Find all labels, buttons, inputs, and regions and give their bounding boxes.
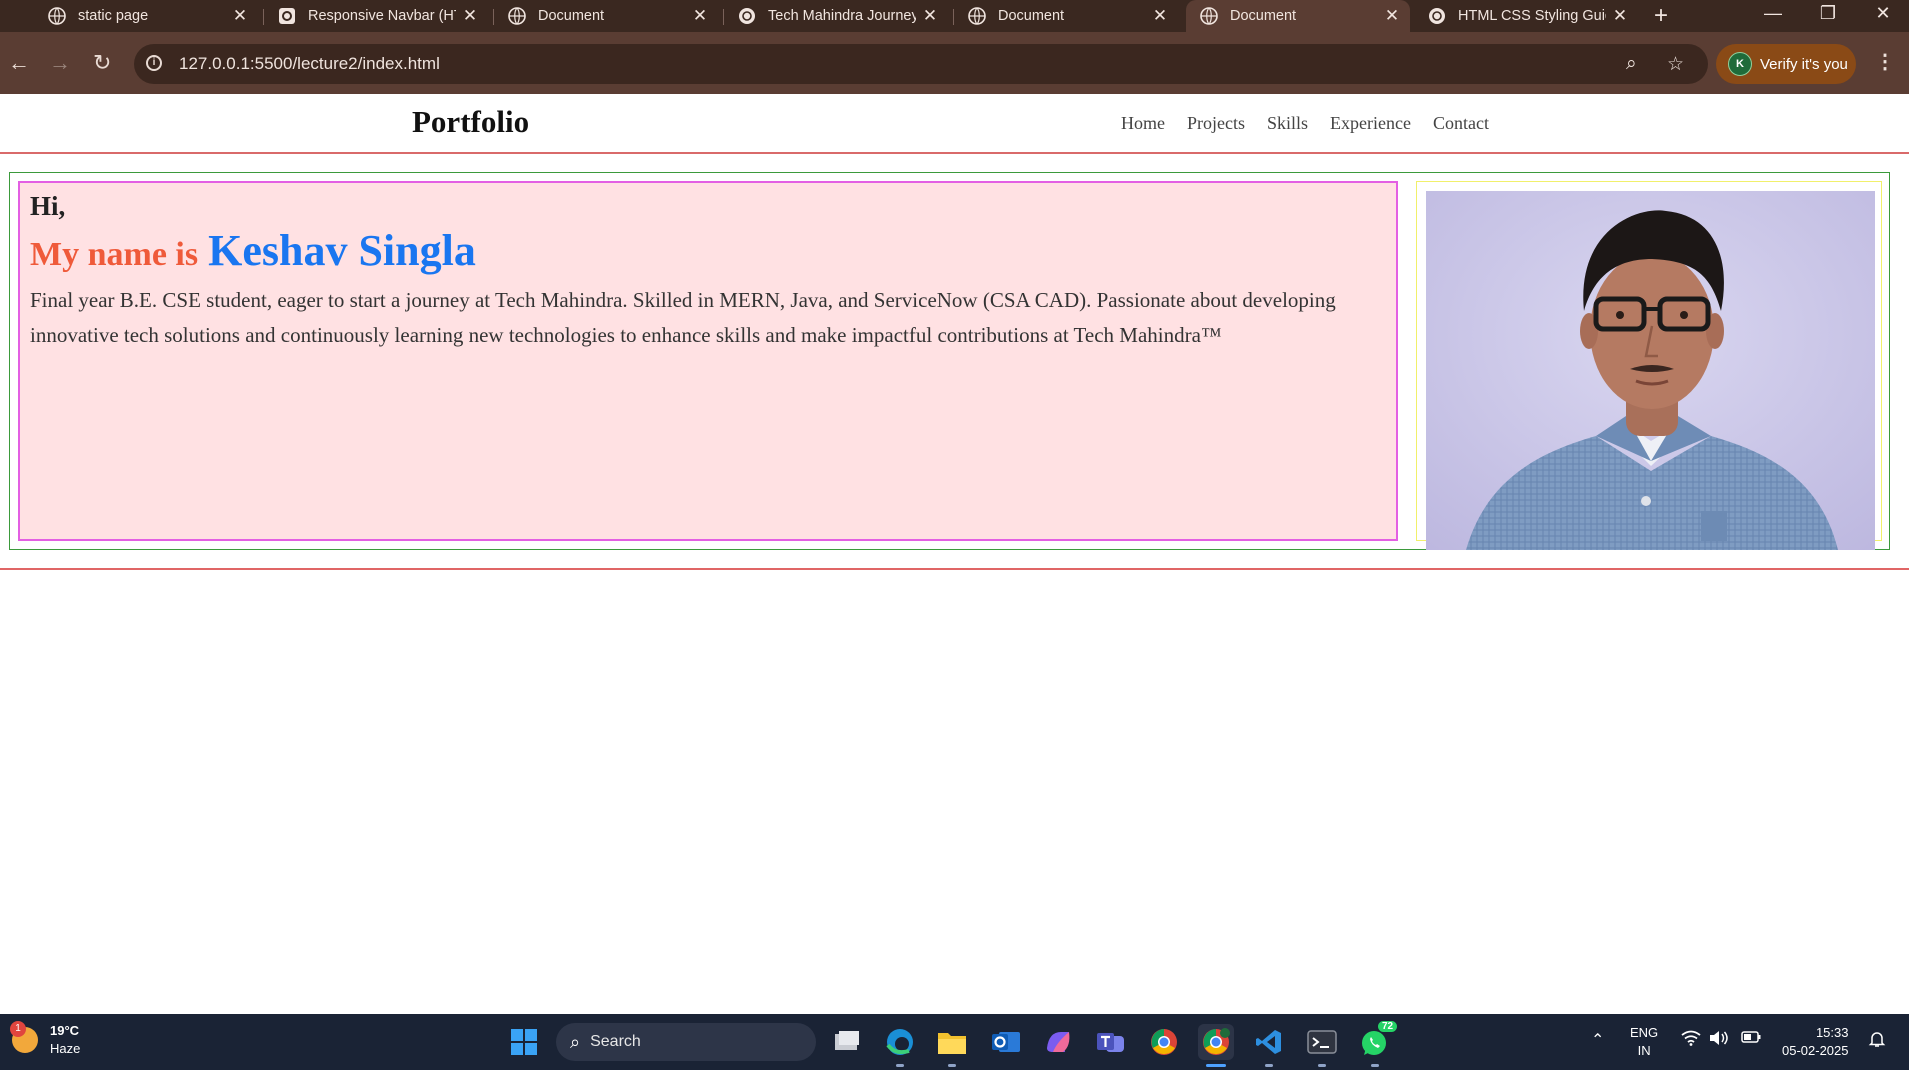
terminal-icon[interactable] bbox=[1304, 1024, 1340, 1060]
close-icon[interactable]: ✕ bbox=[1612, 6, 1628, 26]
browser-tab-bar: static page ✕ Responsive Navbar (HT ✕ Do… bbox=[0, 0, 1909, 32]
volume-icon[interactable] bbox=[1709, 1030, 1729, 1051]
globe-icon bbox=[968, 7, 986, 25]
tab-title: Document bbox=[998, 8, 1065, 24]
openai-icon bbox=[1428, 7, 1446, 25]
edge-browser-icon[interactable] bbox=[882, 1024, 918, 1060]
person-name: Keshav Singla bbox=[208, 226, 476, 275]
site-info-icon[interactable]: i bbox=[146, 55, 162, 71]
nav-link-home[interactable]: Home bbox=[1121, 113, 1165, 134]
minimize-button[interactable]: — bbox=[1758, 3, 1788, 24]
nav-link-contact[interactable]: Contact bbox=[1433, 113, 1489, 134]
close-window-button[interactable]: ✕ bbox=[1868, 3, 1898, 24]
notification-bell-icon[interactable] bbox=[1868, 1030, 1886, 1053]
taskbar-search[interactable]: ⌕ Search bbox=[556, 1023, 816, 1061]
close-icon[interactable]: ✕ bbox=[232, 6, 248, 26]
browser-tab[interactable]: static page ✕ bbox=[34, 0, 258, 32]
weather-badge: 1 bbox=[10, 1021, 26, 1037]
url-text[interactable]: 127.0.0.1:5500/lecture2/index.html bbox=[179, 54, 440, 74]
weather-sun-icon: 1 bbox=[10, 1021, 38, 1053]
clock[interactable]: 15:33 05-02-2025 bbox=[1782, 1024, 1849, 1060]
language-indicator[interactable]: ENG IN bbox=[1630, 1024, 1658, 1060]
search-label: Search bbox=[590, 1033, 641, 1050]
windows-start-icon[interactable] bbox=[506, 1024, 542, 1060]
lang-line2: IN bbox=[1637, 1043, 1651, 1058]
close-icon[interactable]: ✕ bbox=[922, 6, 938, 26]
close-icon[interactable]: ✕ bbox=[1384, 6, 1400, 26]
vscode-icon[interactable] bbox=[1251, 1024, 1287, 1060]
clock-time: 15:33 bbox=[1815, 1025, 1849, 1040]
site-navbar: Portfolio Home Projects Skills Experienc… bbox=[0, 94, 1909, 154]
nav-link-skills[interactable]: Skills bbox=[1267, 113, 1308, 134]
tab-title: Responsive Navbar (HT bbox=[308, 8, 456, 24]
tab-title: HTML CSS Styling Guid bbox=[1458, 8, 1606, 24]
restore-button[interactable]: ❐ bbox=[1813, 3, 1843, 24]
new-tab-button[interactable]: + bbox=[1654, 2, 1668, 30]
browser-toolbar: ← → ↻ i 127.0.0.1:5500/lecture2/index.ht… bbox=[0, 32, 1909, 94]
nav-link-projects[interactable]: Projects bbox=[1187, 113, 1245, 134]
globe-icon bbox=[48, 7, 66, 25]
tab-title: static page bbox=[78, 8, 149, 24]
tab-title: Document bbox=[1230, 8, 1297, 24]
globe-icon bbox=[1200, 7, 1218, 25]
browser-tab[interactable]: Document ✕ bbox=[954, 0, 1178, 32]
clock-date: 05-02-2025 bbox=[1782, 1043, 1849, 1058]
reload-icon[interactable]: ↻ bbox=[93, 50, 111, 76]
section-divider bbox=[0, 568, 1909, 570]
whatsapp-icon[interactable]: 72 bbox=[1357, 1020, 1399, 1060]
app-icon bbox=[278, 7, 296, 25]
teams-icon[interactable] bbox=[1093, 1024, 1129, 1060]
weather-temp: 19°C bbox=[50, 1023, 80, 1038]
greeting: Hi, bbox=[30, 191, 66, 221]
browser-tab[interactable]: Document ✕ bbox=[494, 0, 718, 32]
outlook-icon[interactable] bbox=[988, 1024, 1024, 1060]
close-icon[interactable]: ✕ bbox=[1152, 6, 1168, 26]
close-icon[interactable]: ✕ bbox=[462, 6, 478, 26]
verify-identity-button[interactable]: K Verify it's you bbox=[1716, 44, 1856, 84]
weather-widget[interactable]: 1 19°C Haze bbox=[10, 1021, 81, 1058]
search-icon: ⌕ bbox=[570, 1031, 581, 1052]
name-heading: My name is Keshav Singla bbox=[30, 225, 476, 276]
address-bar[interactable]: i 127.0.0.1:5500/lecture2/index.html ⌕ ☆ bbox=[134, 44, 1708, 84]
back-arrow-icon[interactable]: ← bbox=[8, 50, 30, 76]
lang-line1: ENG bbox=[1630, 1025, 1659, 1040]
forward-arrow-icon[interactable]: → bbox=[49, 50, 71, 76]
battery-icon[interactable] bbox=[1741, 1030, 1761, 1049]
verify-label: Verify it's you bbox=[1760, 55, 1848, 73]
chrome-icon[interactable] bbox=[1146, 1024, 1182, 1060]
copilot-icon[interactable] bbox=[1040, 1024, 1076, 1060]
web-page: Portfolio Home Projects Skills Experienc… bbox=[0, 94, 1909, 1014]
bio-paragraph: Final year B.E. CSE student, eager to st… bbox=[30, 288, 1336, 347]
bookmark-star-icon[interactable]: ☆ bbox=[1667, 53, 1684, 76]
browser-tab[interactable]: HTML CSS Styling Guid ✕ bbox=[1414, 0, 1638, 32]
browser-tab[interactable]: Responsive Navbar (HT ✕ bbox=[264, 0, 488, 32]
browser-tab[interactable]: Tech Mahindra Journey ✕ bbox=[724, 0, 948, 32]
name-prefix: My name is bbox=[30, 236, 199, 273]
profile-photo bbox=[1426, 191, 1875, 550]
hero-text-box: Hi, My name is Keshav Singla Final year … bbox=[18, 181, 1398, 541]
nav-links: Home Projects Skills Experience Contact bbox=[1121, 113, 1489, 134]
browser-tab-active[interactable]: Document ✕ bbox=[1186, 0, 1410, 32]
chevron-up-icon[interactable]: ⌃ bbox=[1591, 1030, 1604, 1050]
close-icon[interactable]: ✕ bbox=[692, 6, 708, 26]
zoom-icon[interactable]: ⌕ bbox=[1626, 53, 1637, 75]
task-view-icon[interactable] bbox=[829, 1024, 865, 1060]
weather-condition: Haze bbox=[50, 1041, 81, 1056]
tab-title: Document bbox=[538, 8, 605, 24]
menu-kebab-icon[interactable]: ⋮ bbox=[1875, 49, 1895, 74]
globe-icon bbox=[508, 7, 526, 25]
profile-avatar: K bbox=[1728, 52, 1752, 76]
file-explorer-icon[interactable] bbox=[934, 1024, 970, 1060]
chrome-profile-icon[interactable] bbox=[1198, 1024, 1234, 1060]
nav-link-experience[interactable]: Experience bbox=[1330, 113, 1411, 134]
windows-taskbar: 1 19°C Haze ⌕ Search 72 ⌃ ENG IN 15:33 0… bbox=[0, 1014, 1909, 1070]
whatsapp-badge: 72 bbox=[1377, 1020, 1399, 1033]
tab-title: Tech Mahindra Journey bbox=[768, 8, 916, 24]
brand-logo[interactable]: Portfolio bbox=[412, 104, 529, 140]
openai-icon bbox=[738, 7, 756, 25]
wifi-icon[interactable] bbox=[1681, 1030, 1701, 1051]
